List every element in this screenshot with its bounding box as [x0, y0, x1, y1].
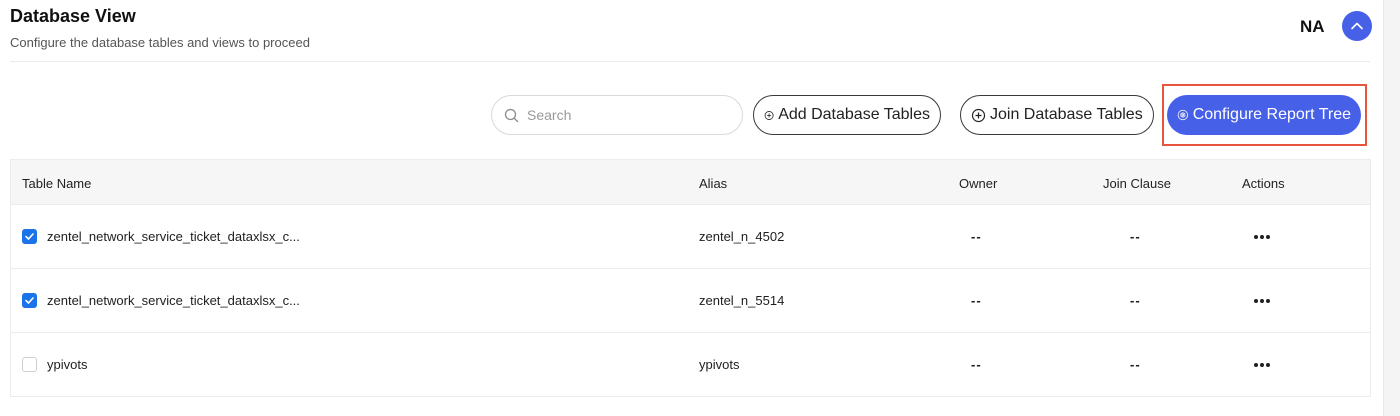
page-title: Database View	[10, 6, 136, 26]
more-horizontal-icon[interactable]	[1254, 299, 1270, 303]
collapse-button[interactable]	[1342, 11, 1372, 41]
alias-cell: ypivots	[699, 357, 740, 372]
table-row: zentel_network_service_ticket_dataxlsx_c…	[11, 269, 1370, 333]
row-checkbox[interactable]	[22, 357, 37, 372]
search-icon	[504, 108, 519, 122]
join-database-tables-label: Join Database Tables	[990, 106, 1143, 123]
check-icon	[25, 233, 34, 240]
configure-report-tree-label: Configure Report Tree	[1192, 106, 1351, 123]
page-subtitle: Configure the database tables and views …	[10, 35, 310, 50]
owner-cell: --	[971, 229, 982, 244]
join-database-tables-button[interactable]: Join Database Tables	[960, 95, 1154, 135]
table-name-cell: zentel_network_service_ticket_dataxlsx_c…	[47, 229, 300, 244]
column-header-alias: Alias	[699, 176, 728, 191]
table-name-cell: zentel_network_service_ticket_dataxlsx_c…	[47, 293, 300, 308]
scrollbar-track[interactable]	[1383, 0, 1400, 416]
add-database-tables-label: Add Database Tables	[778, 106, 930, 123]
alias-cell: zentel_n_5514	[699, 293, 785, 308]
join-clause-cell: --	[1130, 357, 1141, 372]
table-row: zentel_network_service_ticket_dataxlsx_c…	[11, 205, 1370, 269]
page-header: Database View Configure the database tab…	[10, 0, 1372, 62]
settings-circle-icon	[1177, 109, 1188, 121]
row-checkbox[interactable]	[22, 229, 37, 244]
table-row: ypivots ypivots -- --	[11, 333, 1370, 397]
more-horizontal-icon[interactable]	[1254, 235, 1270, 239]
chevron-up-icon	[1351, 22, 1363, 30]
column-header-owner: Owner	[959, 176, 998, 191]
join-clause-cell: --	[1130, 293, 1141, 308]
user-initials: NA	[1300, 17, 1325, 36]
configure-report-tree-button[interactable]: Configure Report Tree	[1167, 95, 1361, 135]
add-database-tables-button[interactable]: Add Database Tables	[753, 95, 941, 135]
table-header: Table Name Alias Owner Join Clause Actio…	[11, 160, 1370, 205]
column-header-table-name: Table Name	[22, 176, 92, 191]
plus-circle-icon	[764, 110, 774, 120]
row-checkbox[interactable]	[22, 293, 37, 308]
table-name-cell: ypivots	[47, 357, 88, 372]
more-horizontal-icon[interactable]	[1254, 363, 1270, 367]
column-header-join-clause: Join Clause	[1103, 176, 1171, 191]
column-header-actions: Actions	[1242, 176, 1285, 191]
alias-cell: zentel_n_4502	[699, 229, 785, 244]
owner-cell: --	[971, 293, 982, 308]
search-box[interactable]	[491, 95, 743, 135]
search-input[interactable]	[527, 107, 727, 123]
join-clause-cell: --	[1130, 229, 1141, 244]
check-icon	[25, 297, 34, 304]
plus-circle-icon	[971, 108, 986, 122]
owner-cell: --	[971, 357, 982, 372]
database-tables-table: Table Name Alias Owner Join Clause Actio…	[10, 159, 1371, 397]
